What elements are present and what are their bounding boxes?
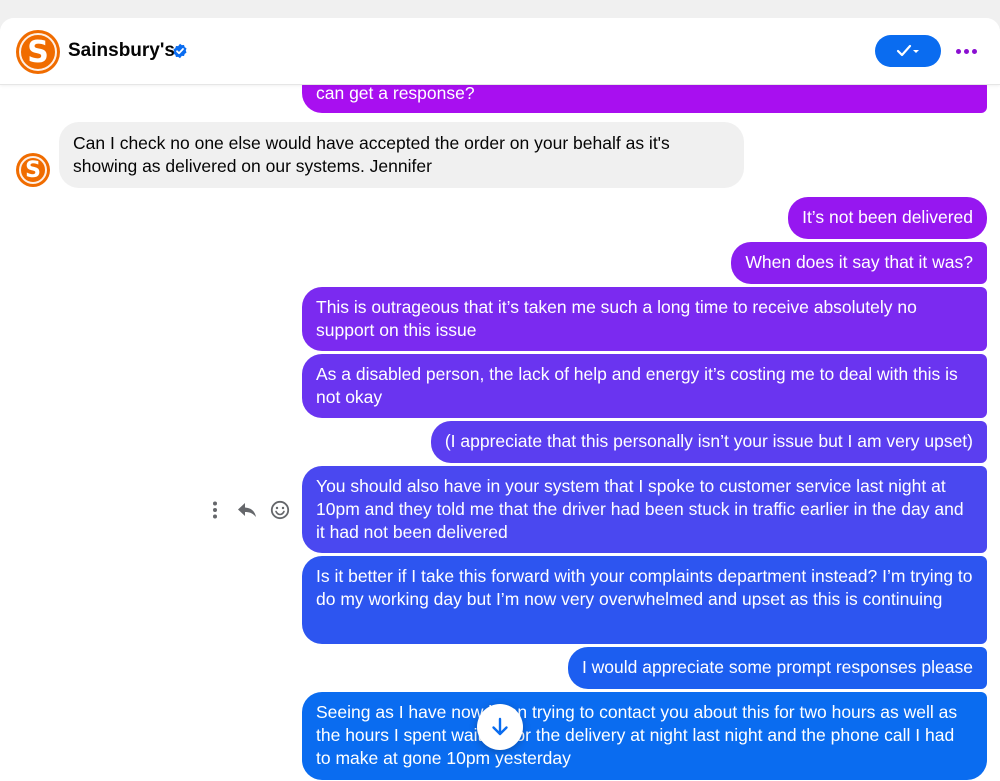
message-outgoing[interactable]: As a disabled person, the lack of help a… [302,354,987,418]
verified-badge-icon [173,43,187,59]
more-dot [963,48,969,54]
scroll-to-bottom-button[interactable] [477,704,523,750]
reply-icon[interactable] [236,498,258,522]
more-vertical-icon[interactable] [204,498,226,522]
message-outgoing[interactable]: Seeing as I have now been trying to cont… [302,692,987,780]
message-outgoing[interactable]: This is outrageous that it’s taken me su… [302,287,987,351]
more-dots-icon [955,48,961,54]
sainsburys-avatar-small[interactable]: S [16,153,50,187]
message-incoming[interactable]: Can I check no one else would have accep… [59,122,744,188]
emoji-icon[interactable] [269,498,291,522]
arrow-down-icon [492,717,508,736]
message-outgoing[interactable]: You should also have in your system that… [302,466,987,553]
message-actions [204,498,296,522]
contact-name[interactable]: Sainsbury's [68,40,175,62]
check-dropdown-icon [896,44,919,57]
chat-header: S Sainsbury's [0,18,1000,85]
message-outgoing[interactable]: I would appreciate some prompt responses… [567,647,987,689]
sainsburys-avatar[interactable]: S [16,30,60,74]
message-outgoing[interactable]: It’s not been delivered [788,197,987,239]
more-dot [971,48,977,54]
chat-window: S Sainsbury's can get a response? S Can … [0,18,1000,781]
more-options-button[interactable] [950,35,982,67]
read-status-button[interactable] [875,35,941,67]
message-outgoing[interactable]: Is it better if I take this forward with… [302,556,987,644]
message-outgoing[interactable]: (I appreciate that this personally isn’t… [430,421,987,463]
message-outgoing[interactable]: When does it say that it was? [731,242,987,284]
